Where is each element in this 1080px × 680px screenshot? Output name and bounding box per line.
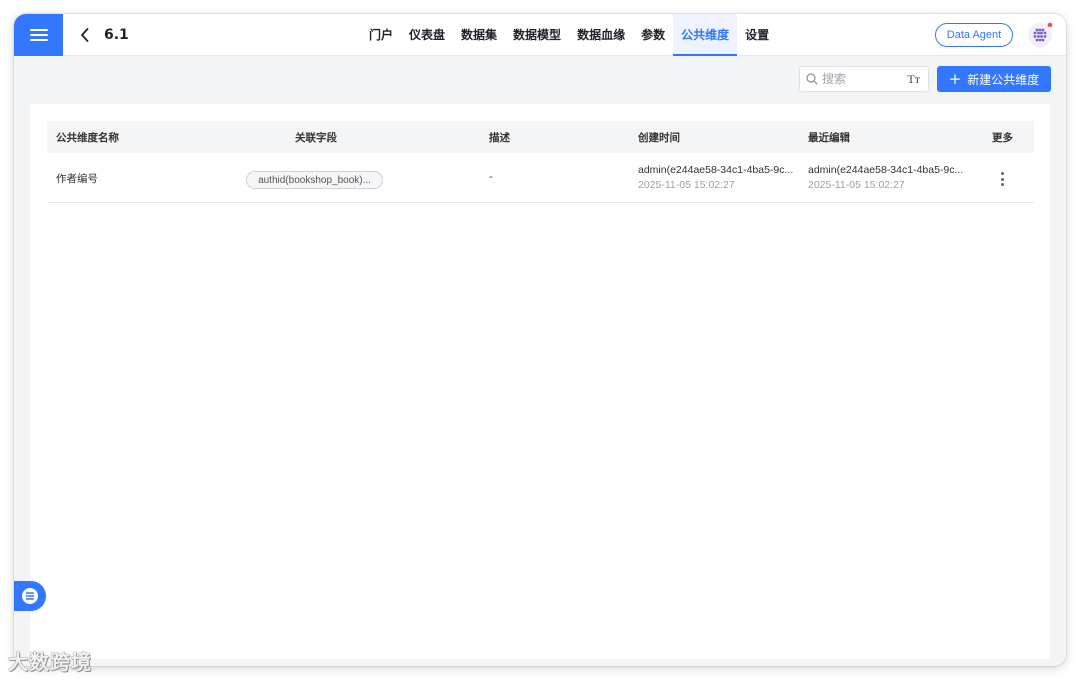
tab-parameters[interactable]: 参数 xyxy=(633,14,673,56)
column-header-field: 关联字段 xyxy=(295,132,337,144)
hamburger-icon xyxy=(29,28,48,42)
search-box[interactable]: Tт xyxy=(799,66,929,92)
chevron-left-icon xyxy=(80,28,88,42)
user-avatar-icon xyxy=(1028,22,1053,47)
created-cell: admin(e244ae58-34c1-4ba5-9c... 2025-11-0… xyxy=(638,163,793,193)
search-input[interactable] xyxy=(822,72,900,86)
created-at: 2025-11-05 15:02:27 xyxy=(638,179,735,191)
tab-common-dimensions[interactable]: 公共维度 xyxy=(673,14,738,56)
new-button-label: 新建公共维度 xyxy=(967,72,1040,87)
new-common-dimension-button[interactable]: + 新建公共维度 xyxy=(937,66,1051,92)
search-icon xyxy=(806,73,818,85)
edited-by: admin(e244ae58-34c1-4ba5-9c... xyxy=(808,164,964,176)
data-agent-button[interactable]: Data Agent xyxy=(935,23,1013,47)
column-header-description: 描述 xyxy=(489,132,510,144)
tab-settings[interactable]: 设置 xyxy=(737,14,777,56)
dimension-name: 作者编号 xyxy=(56,173,98,185)
tab-dashboard[interactable]: 仪表盘 xyxy=(401,14,453,56)
created-by: admin(e244ae58-34c1-4ba5-9c... xyxy=(638,164,794,176)
floating-assistant-button[interactable] xyxy=(14,581,46,611)
nav-tabs: 门户 仪表盘 数据集 数据模型 数据血缘 参数 公共维度 设置 xyxy=(361,14,777,56)
column-header-name: 公共维度名称 xyxy=(56,132,119,144)
app-window: 6.1 门户 仪表盘 数据集 数据模型 数据血缘 参数 公共维度 设置 Data… xyxy=(14,14,1066,666)
tab-portal[interactable]: 门户 xyxy=(361,14,401,56)
avatar[interactable] xyxy=(1027,22,1053,48)
tab-data-lineage[interactable]: 数据血缘 xyxy=(569,14,633,56)
page-title: 6.1 xyxy=(104,27,129,43)
list-icon xyxy=(22,588,38,604)
column-header-created: 创建时间 xyxy=(638,132,680,144)
dimension-table: 公共维度名称 关联字段 描述 创建时间 最近编辑 更多 作者编号 authid(… xyxy=(47,121,1034,203)
column-header-more: 更多 xyxy=(992,132,1013,144)
column-header-edited: 最近编辑 xyxy=(808,132,850,144)
table-row[interactable]: 作者编号 authid(bookshop_book)... - admin(e2… xyxy=(47,153,1034,203)
field-tag[interactable]: authid(bookshop_book)... xyxy=(246,171,383,189)
font-size-icon[interactable]: Tт xyxy=(907,72,920,87)
menu-button[interactable] xyxy=(14,14,63,56)
tab-dataset[interactable]: 数据集 xyxy=(453,14,505,56)
more-options-icon[interactable] xyxy=(997,170,1007,188)
notification-dot xyxy=(1047,22,1053,28)
plus-icon: + xyxy=(948,69,962,88)
description-cell: - xyxy=(489,171,493,183)
tab-data-model[interactable]: 数据模型 xyxy=(505,14,569,56)
table-header: 公共维度名称 关联字段 描述 创建时间 最近编辑 更多 xyxy=(47,121,1034,153)
back-button[interactable] xyxy=(76,26,92,44)
watermark: 大数跨境 xyxy=(8,650,92,674)
edited-cell: admin(e244ae58-34c1-4ba5-9c... 2025-11-0… xyxy=(808,163,963,193)
content-panel: 公共维度名称 关联字段 描述 创建时间 最近编辑 更多 作者编号 authid(… xyxy=(30,104,1050,659)
top-bar: 6.1 门户 仪表盘 数据集 数据模型 数据血缘 参数 公共维度 设置 Data… xyxy=(14,14,1066,56)
edited-at: 2025-11-05 15:02:27 xyxy=(808,179,905,191)
